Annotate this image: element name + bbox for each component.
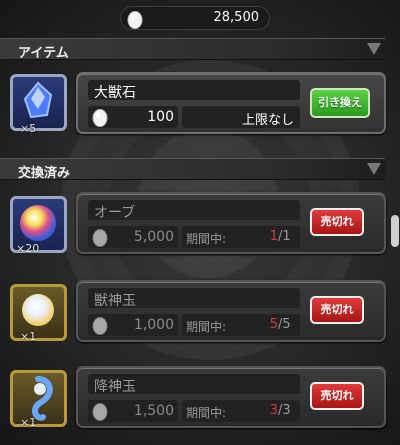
period-count: 5 [269, 317, 278, 332]
egg-icon [127, 11, 143, 29]
item-price: 1,000 [133, 317, 174, 333]
period-count: 1 [269, 229, 278, 244]
period-label: 期間中: [186, 406, 227, 420]
exchange-button[interactable]: 引き換え [310, 88, 370, 118]
period-label: 期間中: [186, 320, 227, 334]
section-title: 交換済み [18, 166, 71, 181]
item-count: ×20 [16, 242, 40, 255]
item-count: ×5 [20, 122, 37, 135]
period-max: /5 [278, 317, 291, 332]
item-name: 大獣石 [94, 85, 136, 101]
item-name: 降神玉 [94, 379, 136, 395]
egg-icon [92, 317, 108, 335]
section-header-items: アイテム [0, 38, 385, 61]
currency-bar: 28,500 [120, 6, 270, 30]
blue-crystal-icon [23, 81, 53, 119]
period-max: /1 [278, 229, 291, 244]
item-price: 5,000 [133, 229, 174, 245]
period-label: 期間中: [186, 232, 227, 246]
soldout-button[interactable]: 売切れ [310, 382, 364, 410]
period-count: 3 [269, 403, 278, 418]
item-icon-large-stone[interactable] [10, 74, 67, 131]
item-name: オーブ [94, 205, 136, 221]
soldout-button[interactable]: 売切れ [310, 208, 364, 236]
item-price: 1,500 [133, 403, 174, 419]
exchange-row-beast-orb: 獣神玉 1,000 期間中: 5 /5 売切れ [76, 280, 386, 342]
item-count: ×1 [20, 416, 37, 429]
egg-icon [92, 229, 108, 247]
section-header-exchanged: 交換済み [0, 158, 385, 181]
item-price: 100 [147, 109, 174, 125]
egg-icon [92, 403, 108, 421]
section-title: アイテム [18, 46, 69, 61]
egg-icon [92, 109, 108, 127]
exchange-row-descent-orb: 降神玉 1,500 期間中: 3 /3 売切れ [76, 366, 386, 428]
item-count: ×1 [20, 330, 37, 343]
exchange-row-orb: オーブ 5,000 期間中: 1 /1 売切れ [76, 192, 386, 254]
soldout-button[interactable]: 売切れ [310, 296, 364, 324]
scrollbar-thumb[interactable] [391, 215, 399, 247]
currency-amount: 28,500 [213, 10, 260, 25]
period-max: /3 [278, 403, 291, 418]
item-name: 獣神玉 [94, 293, 136, 309]
item-icon-descent-orb[interactable] [10, 370, 67, 427]
item-icon-beast-orb[interactable] [10, 284, 67, 341]
exchange-limit: 上限なし [241, 113, 294, 128]
exchange-row-large-stone: 大獣石 100 上限なし 引き換え [76, 72, 386, 134]
